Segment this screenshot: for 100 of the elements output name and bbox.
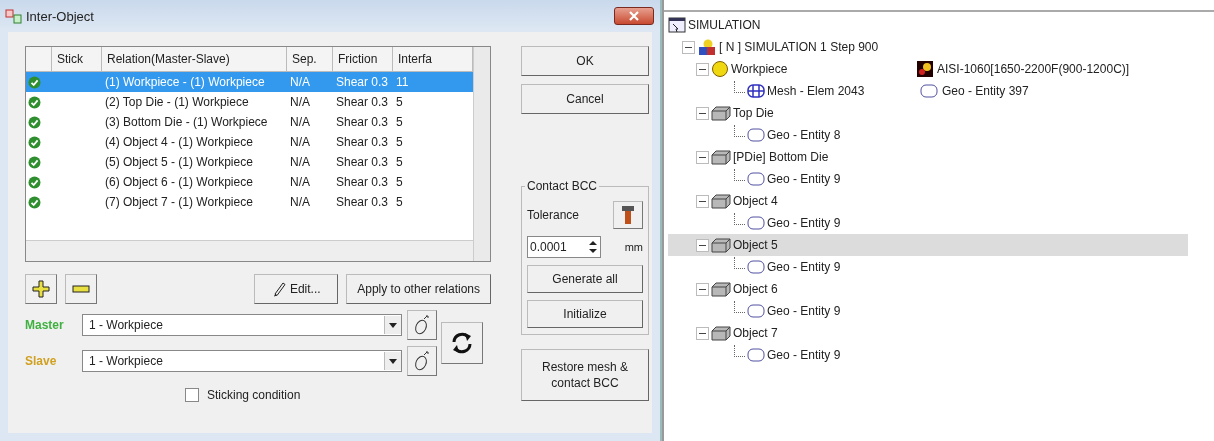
outline-icon — [747, 260, 765, 274]
tree-item-label: Workpiece — [731, 62, 789, 76]
horizontal-scrollbar[interactable] — [26, 240, 473, 261]
tree-row[interactable]: Geo - Entity 8 — [668, 124, 1214, 146]
edit-button[interactable]: Edit... — [254, 274, 339, 304]
tree-item[interactable]: SIMULATION — [688, 18, 761, 32]
tree-row[interactable]: Workpiece AISI-1060[1650-2200F(900-1200C)] — [668, 58, 1188, 80]
tree-row[interactable]: [PDie] Bottom Die — [668, 146, 1188, 168]
table-cell-text: N/A — [289, 75, 311, 89]
add-button[interactable] — [25, 274, 57, 304]
objects-icon — [5, 8, 23, 24]
initialize-button[interactable]: Initialize — [527, 300, 643, 328]
tree-item-label: Top Die — [733, 106, 775, 120]
collapse-icon[interactable] — [696, 238, 709, 252]
block-icon — [711, 105, 731, 121]
table-cell-text: N/A — [289, 115, 311, 129]
tree-item[interactable]: [ N ] SIMULATION 1 Step 900 — [719, 40, 879, 54]
unit-label: mm — [624, 241, 643, 253]
close-icon — [628, 11, 640, 21]
table-cell-text: N/A — [289, 155, 311, 169]
collapse-icon[interactable] — [696, 194, 709, 208]
sticking-checkbox[interactable]: Sticking condition — [185, 388, 301, 402]
slave-dropdown[interactable]: 1 - Workpiece — [82, 350, 402, 372]
apply-button[interactable]: Apply to other relations — [346, 274, 491, 304]
table-cell-text: 5 — [395, 195, 404, 209]
sphere-icon — [711, 60, 729, 78]
close-button[interactable] — [614, 7, 654, 25]
tree-item-label: Object 4 — [733, 194, 779, 208]
tree-row[interactable]: Object 5 — [668, 234, 1188, 256]
mouse-icon — [413, 351, 431, 371]
table-cell-text: Shear 0.3 — [335, 135, 390, 149]
tree-item-label: [PDie] Bottom Die — [733, 150, 830, 164]
plus-icon — [32, 280, 50, 298]
master-label: Master — [25, 318, 65, 332]
tree-row[interactable]: Geo - Entity 9 — [668, 300, 1214, 322]
pencil-icon — [271, 281, 286, 297]
vertical-scrollbar[interactable] — [473, 47, 490, 261]
swap-button[interactable] — [441, 322, 483, 364]
table-cell-text: N/A — [289, 135, 311, 149]
tree-item-label: Object 7 — [733, 326, 779, 340]
master-dropdown[interactable]: 1 - Workpiece — [82, 314, 402, 336]
outline-icon — [747, 348, 765, 362]
cancel-button[interactable]: Cancel — [521, 84, 649, 114]
tree-row[interactable]: Geo - Entity 9 — [668, 212, 1214, 234]
collapse-icon[interactable] — [696, 326, 709, 340]
table-cell-text: Shear 0.3 — [335, 175, 390, 189]
table-cell-text: 5 — [395, 135, 404, 149]
table-cell-text: (2) Top Die - (1) Workpiece — [104, 95, 250, 109]
table-cell-text: Shear 0.3 — [335, 115, 390, 129]
table-cell-text: N/A — [289, 175, 311, 189]
tree-row[interactable]: Geo - Entity 9 — [668, 168, 1214, 190]
tree-item-label: Geo - Entity 9 — [767, 216, 842, 230]
tree-item-label: Object 5 — [733, 238, 779, 252]
tree-item-label: Geo - Entity 9 — [767, 172, 842, 186]
tree-row[interactable]: Object 7 — [668, 322, 1188, 344]
collapse-icon[interactable] — [696, 106, 709, 120]
table-cell-text: (1) Workpiece - (1) Workpiece — [104, 75, 266, 89]
remove-button[interactable] — [65, 274, 97, 304]
collapse-icon[interactable] — [696, 282, 709, 296]
material-icon — [917, 61, 933, 77]
table-row[interactable]: (2) Top Die - (1) Workpiece N/A Shear 0.3 5 — [26, 92, 473, 112]
collapse-icon[interactable] — [696, 150, 709, 164]
table-cell-text: 5 — [395, 115, 404, 129]
simulation-icon — [668, 17, 686, 33]
table-cell-text: Shear 0.3 — [335, 195, 390, 209]
table-row[interactable]: (5) Object 5 - (1) Workpiece N/A Shear 0.3 5 — [26, 152, 473, 172]
table-cell-text: Shear 0.3 — [335, 75, 390, 89]
block-icon — [711, 281, 731, 297]
tree-item-label: Geo - Entity 8 — [767, 128, 842, 142]
hammer-button[interactable] — [613, 201, 643, 229]
collapse-icon[interactable] — [682, 40, 695, 54]
collapse-icon[interactable] — [696, 62, 709, 76]
tolerance-field[interactable]: 0.0001 — [527, 236, 601, 258]
restore-button[interactable]: Restore mesh & contact BCC — [521, 349, 649, 401]
column-header[interactable]: Relation(Master-Slave) — [102, 47, 287, 71]
column-header[interactable]: Sep. — [287, 47, 333, 71]
column-header[interactable]: Friction — [333, 47, 393, 71]
tree-row[interactable]: Geo - Entity 9 — [668, 256, 1214, 278]
generate-all-button[interactable]: Generate all — [527, 265, 643, 293]
outline-icon — [747, 216, 765, 230]
table-row[interactable]: (3) Bottom Die - (1) Workpiece N/A Shear 0.3 5 — [26, 112, 473, 132]
ok-button[interactable]: OK — [521, 46, 649, 76]
tree-row[interactable]: Mesh - Elem 2043 Geo - Entity 397 — [668, 80, 1214, 102]
tree-item-label: Mesh - Elem 2043 — [767, 84, 866, 98]
pick-button[interactable] — [407, 310, 437, 340]
tree-item-label: Object 6 — [733, 282, 779, 296]
mouse-icon — [413, 315, 431, 335]
table-row[interactable]: (7) Object 7 - (1) Workpiece N/A Shear 0.3 5 — [26, 192, 473, 212]
outline-icon — [920, 84, 938, 98]
table-cell-text: (7) Object 7 - (1) Workpiece — [104, 195, 254, 209]
table-cell-text: (6) Object 6 - (1) Workpiece — [104, 175, 254, 189]
tree-row[interactable]: Object 4 — [668, 190, 1188, 212]
table-cell-text: (4) Object 4 - (1) Workpiece — [104, 135, 254, 149]
tree-row[interactable]: Object 6 — [668, 278, 1188, 300]
column-header[interactable]: Stick — [52, 47, 102, 71]
tree-row[interactable]: Geo - Entity 9 — [668, 344, 1214, 366]
table-row[interactable]: (6) Object 6 - (1) Workpiece N/A Shear 0.3 5 — [26, 172, 473, 192]
table-row[interactable]: (4) Object 4 - (1) Workpiece N/A Shear 0.3 5 — [26, 132, 473, 152]
tree-row[interactable]: Top Die — [668, 102, 1188, 124]
pick-button[interactable] — [407, 346, 437, 376]
